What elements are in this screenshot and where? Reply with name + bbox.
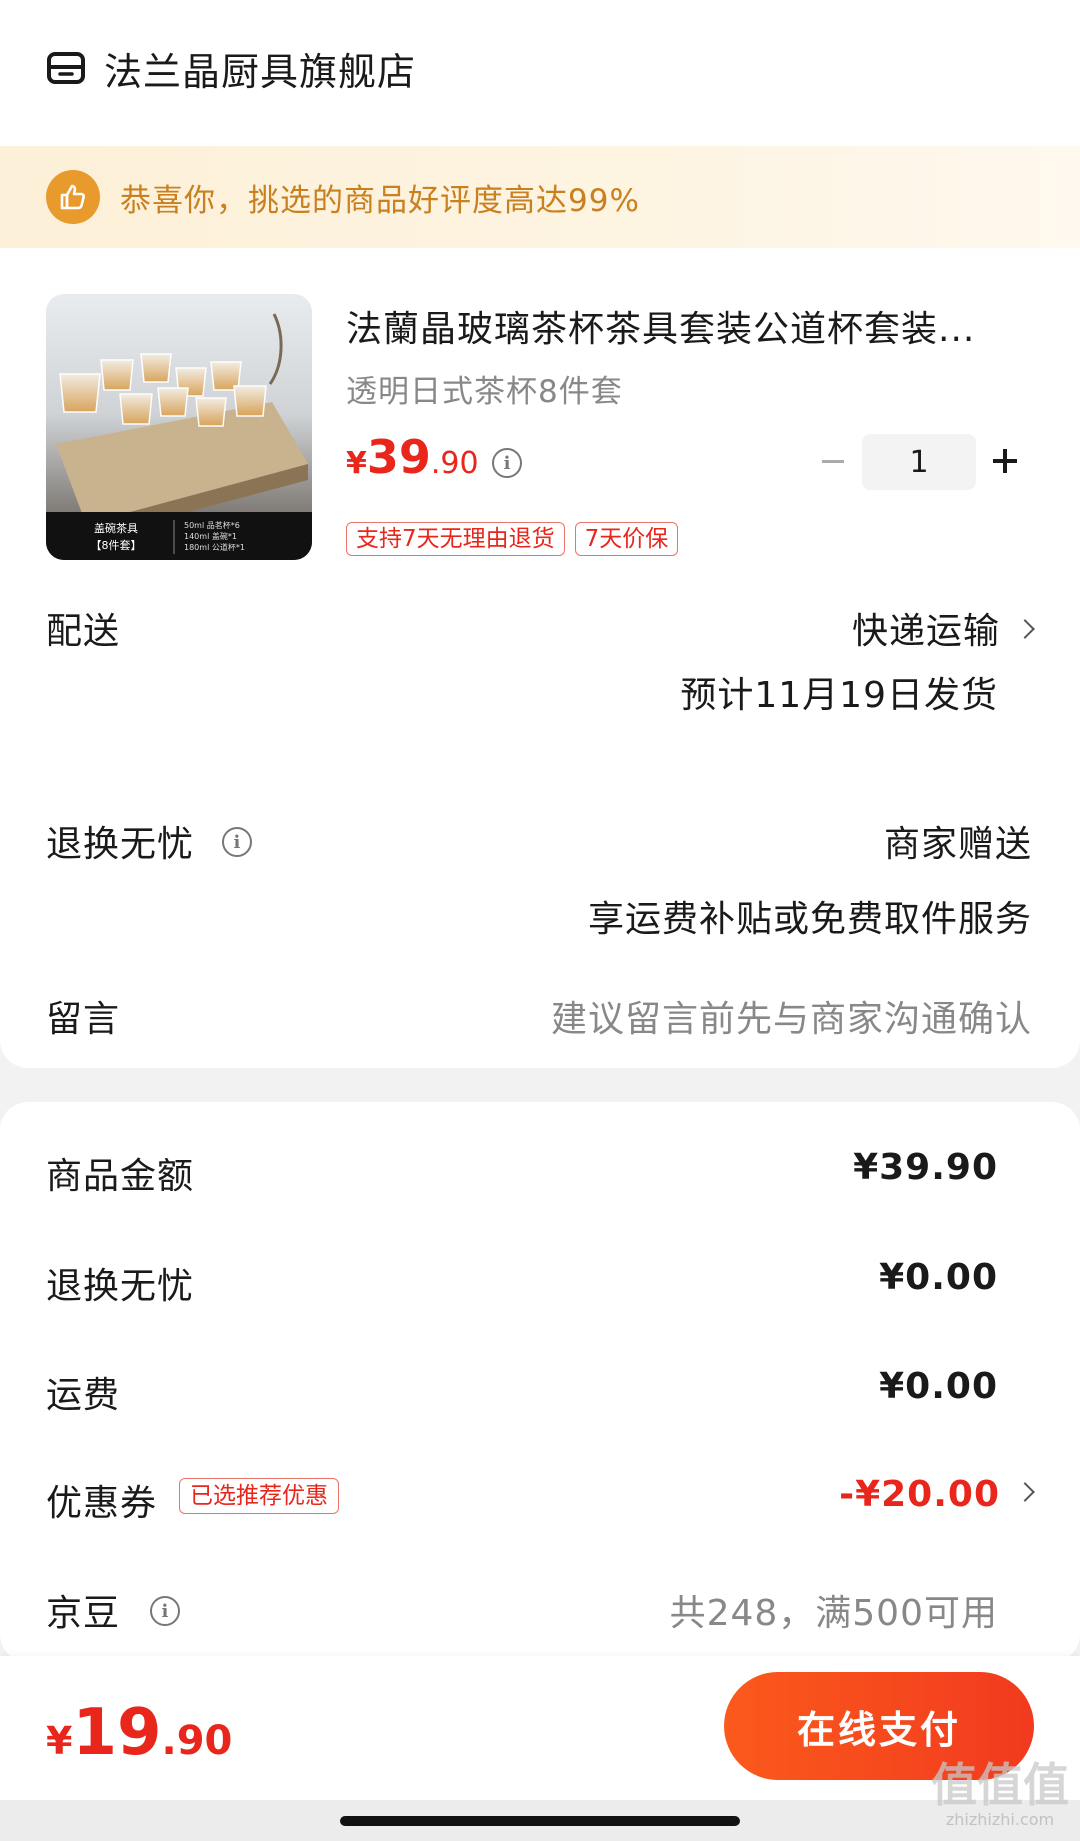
product-price: ¥ 39 .90: [346, 430, 479, 490]
delivery-method-text: 快递运输: [851, 611, 1000, 652]
price-integer: 39: [366, 430, 431, 484]
checkout-bar: ¥ 19 .90 在线支付: [0, 1656, 1080, 1800]
store-name[interactable]: 法兰晶厨具旗舰店: [104, 41, 416, 96]
coupon-tag: 已选推荐优惠: [179, 1478, 339, 1514]
delivery-method[interactable]: 快递运输: [851, 602, 1035, 654]
system-home-strip: [0, 1800, 1080, 1841]
order-item-card: 法兰晶厨具旗舰店 恭喜你，挑选的商品好评度高达99% 盖碗茶具 【8件套】 50…: [0, 0, 1080, 1068]
quantity-input[interactable]: 1: [862, 434, 976, 490]
message-label: 留言: [46, 999, 121, 1040]
tag-return-policy: 支持7天无理由退货: [346, 522, 565, 556]
product-image-detail-1: 50ml 品茗杯*6: [184, 520, 240, 530]
product-tags: 支持7天无理由退货 7天价保: [346, 522, 688, 556]
store-icon: [47, 52, 85, 84]
returns-subtext: 享运费补贴或免费取件服务: [587, 899, 1032, 940]
watermark: 值值值 zhizhizhi.com: [925, 1760, 1075, 1829]
total-price: ¥ 19 .90: [46, 1696, 232, 1770]
product-image[interactable]: 盖碗茶具 【8件套】 50ml 品茗杯*6 140ml 盖碗*1 180ml 公…: [46, 294, 312, 560]
coupon-label: 优惠券: [46, 1483, 158, 1524]
goods-amount-value: ¥39.90: [853, 1147, 998, 1188]
watermark-url: zhizhizhi.com: [945, 1810, 1055, 1829]
price-decimal: .90: [430, 446, 479, 481]
banner-text: 恭喜你，挑选的商品好评度高达99%: [120, 182, 640, 219]
rating-banner: 恭喜你，挑选的商品好评度高达99%: [0, 146, 1080, 248]
product-title[interactable]: 法蘭晶玻璃茶杯茶具套装公道杯套装...: [346, 300, 1026, 352]
thumbs-up-icon: [46, 170, 100, 224]
jingdou-label-row: 京豆 i: [46, 1584, 181, 1636]
returns-label-row: 退换无忧 i: [46, 815, 253, 867]
quantity-decrement-button[interactable]: [818, 443, 848, 479]
price-symbol: ¥: [346, 446, 367, 481]
delivery-label: 配送: [46, 611, 121, 652]
jingdou-label: 京豆: [46, 1593, 121, 1634]
shipping-label: 运费: [46, 1375, 121, 1416]
store-header[interactable]: 法兰晶厨具旗舰店: [46, 40, 416, 96]
returns-info-icon[interactable]: i: [222, 827, 253, 857]
chevron-right-icon: [1015, 1482, 1035, 1502]
tag-price-protection: 7天价保: [574, 522, 679, 556]
product-spec[interactable]: 透明日式茶杯8件套: [346, 366, 623, 411]
price-info-icon[interactable]: i: [492, 448, 522, 478]
coupon-value[interactable]: -¥20.00: [839, 1474, 1035, 1515]
goods-amount-label: 商品金额: [46, 1156, 195, 1197]
product-image-caption-1: 盖碗茶具: [94, 521, 138, 535]
returns-fee-label: 退换无忧: [46, 1266, 195, 1307]
delivery-eta: 预计11月19日发货: [680, 675, 998, 716]
home-indicator[interactable]: [340, 1816, 740, 1826]
returns-fee-value: ¥0.00: [879, 1257, 998, 1298]
product-image-caption-2: 【8件套】: [91, 539, 142, 552]
shipping-value: ¥0.00: [879, 1366, 998, 1407]
coupon-amount: -¥20.00: [839, 1474, 1000, 1515]
total-symbol: ¥: [46, 1719, 73, 1763]
chevron-right-icon: [1015, 619, 1035, 639]
jingdou-info-icon[interactable]: i: [150, 1596, 181, 1626]
quantity-increment-button[interactable]: [990, 446, 1020, 476]
message-input[interactable]: 建议留言前先与商家沟通确认: [551, 990, 1032, 1042]
total-decimal: .90: [161, 1718, 233, 1764]
returns-label: 退换无忧: [46, 824, 195, 865]
product-image-detail-3: 180ml 公道杯*1: [184, 542, 245, 552]
product-image-detail-2: 140ml 盖碗*1: [184, 531, 237, 541]
total-integer: 19: [72, 1696, 162, 1770]
returns-value: 商家赠送: [883, 824, 1032, 865]
jingdou-value: 共248，满500可用: [669, 1593, 998, 1634]
watermark-logo: 值值值: [931, 1758, 1069, 1812]
